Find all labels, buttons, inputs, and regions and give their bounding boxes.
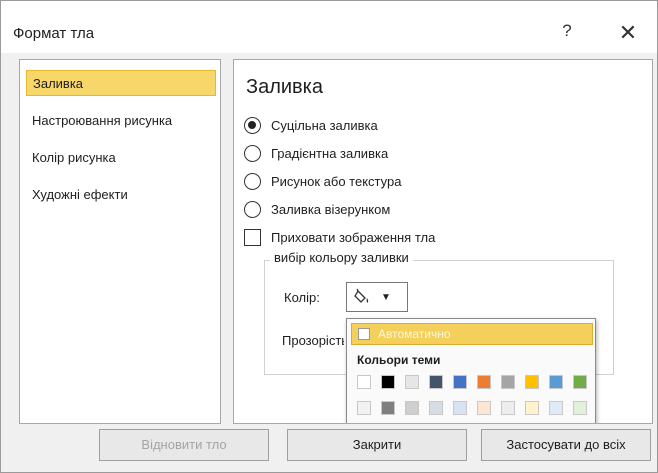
theme-color-swatch[interactable] (525, 401, 539, 415)
theme-color-swatch[interactable] (501, 375, 515, 389)
option-label: Градієнтна заливка (271, 145, 389, 161)
option-label: Суцільна заливка (271, 117, 378, 133)
option-label: Приховати зображення тла (271, 229, 436, 245)
help-button[interactable]: ? (553, 21, 581, 47)
nav-item-fill[interactable]: Заливка (26, 70, 216, 96)
radio-button[interactable] (244, 116, 261, 134)
hide-background-option[interactable]: Приховати зображення тла (244, 226, 435, 248)
fill-panel: Заливка Суцільна заливка Градієнтна зали… (233, 59, 653, 424)
paint-bucket-icon (354, 288, 369, 303)
theme-color-swatch[interactable] (429, 401, 443, 415)
reset-background-button[interactable]: Відновити тло (99, 429, 269, 461)
close-icon[interactable]: ✕ (613, 19, 643, 47)
dialog-title: Формат тла (13, 25, 95, 42)
theme-color-swatch[interactable] (549, 401, 563, 415)
checkbox[interactable] (244, 228, 261, 246)
theme-color-swatch[interactable] (501, 401, 515, 415)
color-picker-button[interactable]: ▼ (346, 282, 408, 312)
close-button[interactable]: Закрити (287, 429, 467, 461)
theme-color-swatch[interactable] (573, 375, 587, 389)
theme-color-swatch[interactable] (429, 375, 443, 389)
picture-texture-fill-option[interactable]: Рисунок або текстура (244, 170, 401, 192)
nav-item-picture-color[interactable]: Колір рисунка (26, 145, 216, 171)
theme-color-swatch[interactable] (357, 375, 371, 389)
theme-color-swatch[interactable] (405, 375, 419, 389)
pattern-fill-option[interactable]: Заливка візерунком (244, 198, 390, 220)
nav-item-picture-corrections[interactable]: Настроювання рисунка (26, 108, 216, 134)
automatic-label: Автоматично (378, 327, 451, 341)
radio-button[interactable] (244, 200, 261, 218)
automatic-color-option[interactable]: Автоматично (351, 323, 593, 345)
theme-color-swatch[interactable] (549, 375, 563, 389)
nav-panel: Заливка Настроювання рисунка Колір рисун… (19, 59, 221, 424)
solid-fill-option[interactable]: Суцільна заливка (244, 114, 378, 136)
color-label: Колір: (284, 290, 320, 305)
theme-colors-title: Кольори теми (357, 353, 441, 367)
title-bar: Формат тла ? ✕ (1, 1, 657, 53)
theme-color-swatch[interactable] (453, 375, 467, 389)
group-label: вибір кольору заливки (270, 250, 413, 265)
apply-to-all-button[interactable]: Застосувати до всіх (481, 429, 651, 461)
theme-color-swatch[interactable] (405, 401, 419, 415)
radio-button[interactable] (244, 144, 261, 162)
chevron-down-icon: ▼ (381, 291, 391, 303)
radio-button[interactable] (244, 172, 261, 190)
theme-color-swatch[interactable] (525, 375, 539, 389)
theme-color-swatch[interactable] (381, 401, 395, 415)
theme-color-swatch[interactable] (453, 401, 467, 415)
section-title: Заливка (246, 76, 323, 98)
option-label: Рисунок або текстура (271, 173, 402, 189)
theme-color-swatch[interactable] (477, 375, 491, 389)
option-label: Заливка візерунком (271, 201, 391, 217)
theme-color-swatch[interactable] (357, 401, 371, 415)
automatic-swatch (358, 328, 370, 340)
format-background-dialog: Формат тла ? ✕ Заливка Настроювання рису… (0, 0, 658, 473)
gradient-fill-option[interactable]: Градієнтна заливка (244, 142, 388, 164)
theme-color-swatch[interactable] (573, 401, 587, 415)
theme-color-swatch[interactable] (381, 375, 395, 389)
theme-color-swatch[interactable] (477, 401, 491, 415)
nav-item-artistic-effects[interactable]: Художні ефекти (26, 182, 216, 208)
transparency-label: Прозорість (282, 333, 344, 348)
color-dropdown-popup: Автоматично Кольори теми (346, 318, 596, 423)
